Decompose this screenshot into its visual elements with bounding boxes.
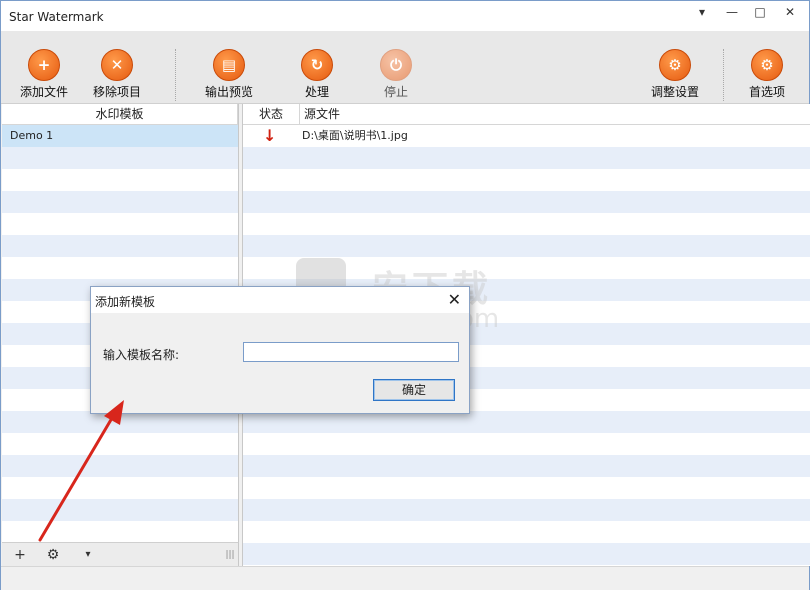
toolbar-separator <box>175 49 176 101</box>
adjust-settings-button[interactable]: ⚙ 调整设置 <box>635 49 715 100</box>
title-bar: Star Watermark ▾ — □ ✕ <box>1 1 809 31</box>
menu-arrow-icon[interactable]: ▾ <box>689 3 715 21</box>
minimize-button[interactable]: — <box>719 3 745 21</box>
dialog-title-bar: 添加新模板 ✕ <box>91 287 469 313</box>
output-preview-button[interactable]: ▤ 输出预览 <box>189 49 269 100</box>
template-column-header[interactable]: 水印模板 <box>2 104 238 124</box>
toolbar-separator <box>723 49 724 101</box>
gear-icon[interactable]: ⚙ <box>42 546 64 564</box>
remove-item-button[interactable]: ✕ 移除项目 <box>77 49 157 100</box>
close-button[interactable]: ✕ <box>777 3 803 21</box>
stop-icon: ⏻ <box>380 49 412 81</box>
add-template-dialog: 添加新模板 ✕ 输入模板名称: 确定 <box>90 286 470 414</box>
dialog-close-icon[interactable]: ✕ <box>448 290 461 310</box>
remove-icon: ✕ <box>101 49 133 81</box>
add-file-icon: + <box>28 49 60 81</box>
preview-icon: ▤ <box>213 49 245 81</box>
adjust-settings-label: 调整设置 <box>650 85 699 99</box>
process-label: 处理 <box>304 85 329 99</box>
dialog-title: 添加新模板 <box>95 295 156 309</box>
status-bar <box>1 566 809 590</box>
add-template-button[interactable]: + <box>10 546 30 564</box>
process-icon: ↻ <box>301 49 333 81</box>
file-header: 状态 源文件 <box>243 104 810 125</box>
window-title: Star Watermark <box>9 10 104 24</box>
process-button[interactable]: ↻ 处理 <box>277 49 357 100</box>
file-path: D:\桌面\说明书\1.jpg <box>302 129 408 142</box>
file-row[interactable]: ↓ D:\桌面\说明书\1.jpg <box>243 125 810 147</box>
template-footer: + ⚙ ▾ ||| <box>2 542 239 567</box>
preferences-button[interactable]: ⚙ 首选项 <box>727 49 807 100</box>
preferences-icon: ⚙ <box>751 49 783 81</box>
output-preview-label: 输出预览 <box>204 85 253 99</box>
stop-button[interactable]: ⏻ 停止 <box>356 49 436 100</box>
source-column-header[interactable]: 源文件 <box>300 104 424 124</box>
template-name-input[interactable] <box>243 342 459 362</box>
settings-icon: ⚙ <box>659 49 691 81</box>
remove-item-label: 移除项目 <box>92 85 141 99</box>
template-name-label: 输入模板名称: <box>103 348 180 362</box>
preferences-label: 首选项 <box>748 85 785 99</box>
add-file-button[interactable]: + 添加文件 <box>4 49 84 100</box>
template-row[interactable]: Demo 1 <box>2 125 238 147</box>
ok-button[interactable]: 确定 <box>373 379 455 401</box>
grip-icon[interactable]: ||| <box>224 546 236 564</box>
add-file-label: 添加文件 <box>19 85 68 99</box>
toolbar: + 添加文件 ✕ 移除项目 ▤ 输出预览 ↻ 处理 ⏻ 停止 ⚙ 调整设置 ⚙ … <box>1 31 809 104</box>
maximize-button[interactable]: □ <box>747 3 773 21</box>
down-arrow-icon: ↓ <box>263 126 277 145</box>
status-column-header[interactable]: 状态 <box>243 104 300 124</box>
template-name: Demo 1 <box>10 129 54 142</box>
stop-label: 停止 <box>383 85 408 99</box>
template-header: 水印模板 <box>2 104 238 125</box>
dropdown-arrow-icon[interactable]: ▾ <box>80 546 96 564</box>
